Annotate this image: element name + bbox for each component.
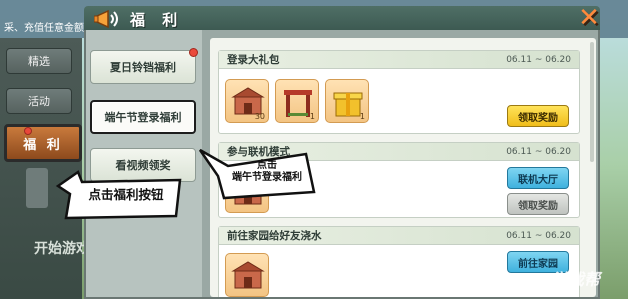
- reward-card-login-gift: 登录大礼包 06.11 ~ 06.20 30 1 1 领取奖励: [218, 50, 580, 134]
- rail-tab-activity[interactable]: 活动: [6, 88, 72, 114]
- item-count: 30: [254, 112, 265, 121]
- golden-gift-icon[interactable]: 1: [325, 79, 369, 123]
- item-count: 1: [309, 112, 315, 121]
- rail-tab-welfare[interactable]: 福 利: [4, 124, 82, 162]
- callout-line: 点击: [257, 160, 277, 171]
- watermark: 游戏帮: [552, 270, 601, 289]
- menu-item-label: 端午节登录福利: [104, 111, 182, 124]
- reward-card-water-friends: 前往家园给好友浇水 06.11 ~ 06.20 前往家园: [218, 226, 580, 297]
- rail-tab-label: 精选: [28, 55, 50, 68]
- notification-dot: [189, 48, 198, 57]
- scrollbar[interactable]: [590, 42, 594, 162]
- multiplayer-lobby-button[interactable]: 联机大厅: [507, 167, 569, 189]
- notification-dot: [24, 127, 32, 135]
- card-date: 06.11 ~ 06.20: [506, 146, 571, 157]
- card-title: 前往家园给好友浇水: [227, 230, 322, 242]
- top-banner-text: 采、充值任意金额: [4, 23, 84, 34]
- card-title: 登录大礼包: [227, 54, 280, 66]
- rail-tab-hidden[interactable]: [26, 168, 48, 208]
- claim-reward-button[interactable]: 领取奖励: [507, 193, 569, 215]
- card-date: 06.11 ~ 06.20: [506, 54, 571, 65]
- callout-click-welfare: 点击福利按钮: [52, 164, 186, 226]
- megaphone-icon: [93, 8, 124, 30]
- welfare-dialog: 福 利 ✕ 夏日铃铛福利 端午节登录福利 看视频领奖 登录大礼包 06.11 ~…: [84, 3, 600, 299]
- menu-item-summer-bell[interactable]: 夏日铃铛福利: [90, 48, 198, 84]
- menu-item-label: 夏日铃铛福利: [110, 61, 176, 74]
- menu-item-dragon-boat-login[interactable]: 端午节登录福利: [90, 100, 196, 134]
- card-date: 06.11 ~ 06.20: [506, 230, 571, 241]
- item-count: 1: [359, 112, 365, 121]
- rail-tab-featured[interactable]: 精选: [6, 48, 72, 74]
- callout-text: 点击 端午节登录福利: [224, 160, 310, 183]
- house-block-icon[interactable]: 30: [225, 79, 269, 123]
- claim-reward-button[interactable]: 领取奖励: [507, 105, 569, 127]
- callout-line: 端午节登录福利: [232, 171, 302, 183]
- close-icon[interactable]: ✕: [574, 3, 604, 33]
- dialog-header: 福 利 ✕: [84, 3, 600, 33]
- dialog-title: 福 利: [130, 10, 184, 29]
- start-game-text: 开始游戏: [34, 241, 90, 257]
- house-block-icon[interactable]: [225, 253, 269, 297]
- callout-text: 点击福利按钮: [88, 187, 164, 202]
- rail-tab-label: 活动: [28, 95, 50, 108]
- callout-dragon-boat: 点击 端午节登录福利: [198, 146, 318, 202]
- arch-frame-icon[interactable]: 1: [275, 79, 319, 123]
- rail-tab-label: 福 利: [23, 137, 63, 153]
